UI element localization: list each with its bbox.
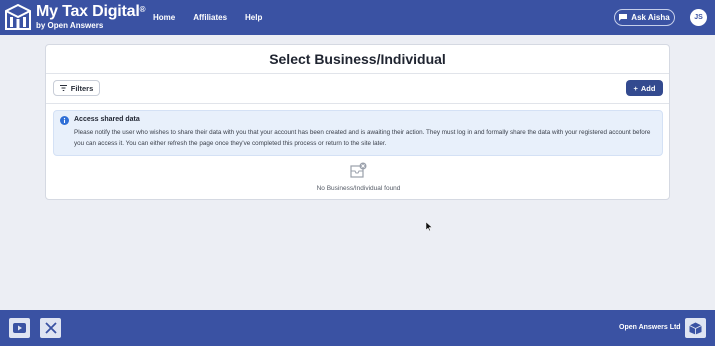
mouse-cursor-icon	[426, 222, 432, 231]
top-header: My Tax Digital® by Open Answers Home Aff…	[0, 0, 715, 35]
info-icon	[60, 116, 69, 125]
nav-home[interactable]: Home	[153, 13, 175, 22]
company-name: Open Answers Ltd	[619, 324, 681, 331]
box-logo-icon	[689, 322, 702, 334]
youtube-link[interactable]	[9, 318, 30, 338]
add-button[interactable]: + Add	[626, 80, 663, 96]
user-avatar[interactable]: JS	[690, 9, 707, 26]
footer: Open Answers Ltd	[0, 310, 715, 346]
alert-title: Access shared data	[74, 116, 140, 123]
youtube-icon	[13, 323, 26, 333]
filter-icon	[59, 85, 67, 91]
chat-icon	[619, 14, 628, 21]
building-logo-icon[interactable]	[5, 4, 31, 31]
ask-aisha-label: Ask Aisha	[631, 13, 670, 22]
filters-label: Filters	[70, 83, 94, 93]
alert-text: Please notify the user who wishes to sha…	[74, 129, 651, 147]
nav-help[interactable]: Help	[245, 13, 262, 22]
toolbar: Filters + Add	[46, 74, 669, 104]
add-label: Add	[640, 83, 656, 93]
page-title: Select Business/Individual	[46, 45, 669, 74]
plus-icon: +	[633, 83, 638, 93]
empty-state-message: No Business/Individual found	[316, 185, 401, 192]
nav-affiliates[interactable]: Affiliates	[193, 13, 227, 22]
x-link[interactable]	[40, 318, 61, 338]
ask-aisha-button[interactable]: Ask Aisha	[614, 9, 675, 26]
empty-inbox-icon	[350, 162, 367, 178]
select-business-card: Select Business/Individual Filters + Add…	[45, 44, 670, 200]
brand-title: My Tax Digital®	[36, 3, 146, 20]
brand-subtitle: by Open Answers	[36, 21, 104, 30]
brand[interactable]: My Tax Digital® by Open Answers	[36, 3, 145, 30]
footer-logo[interactable]	[685, 318, 706, 338]
info-alert: Access shared data Please notify the use…	[53, 110, 663, 156]
main-nav: Home Affiliates Help	[153, 0, 262, 35]
filters-button[interactable]: Filters	[53, 80, 100, 96]
x-icon	[44, 322, 57, 334]
